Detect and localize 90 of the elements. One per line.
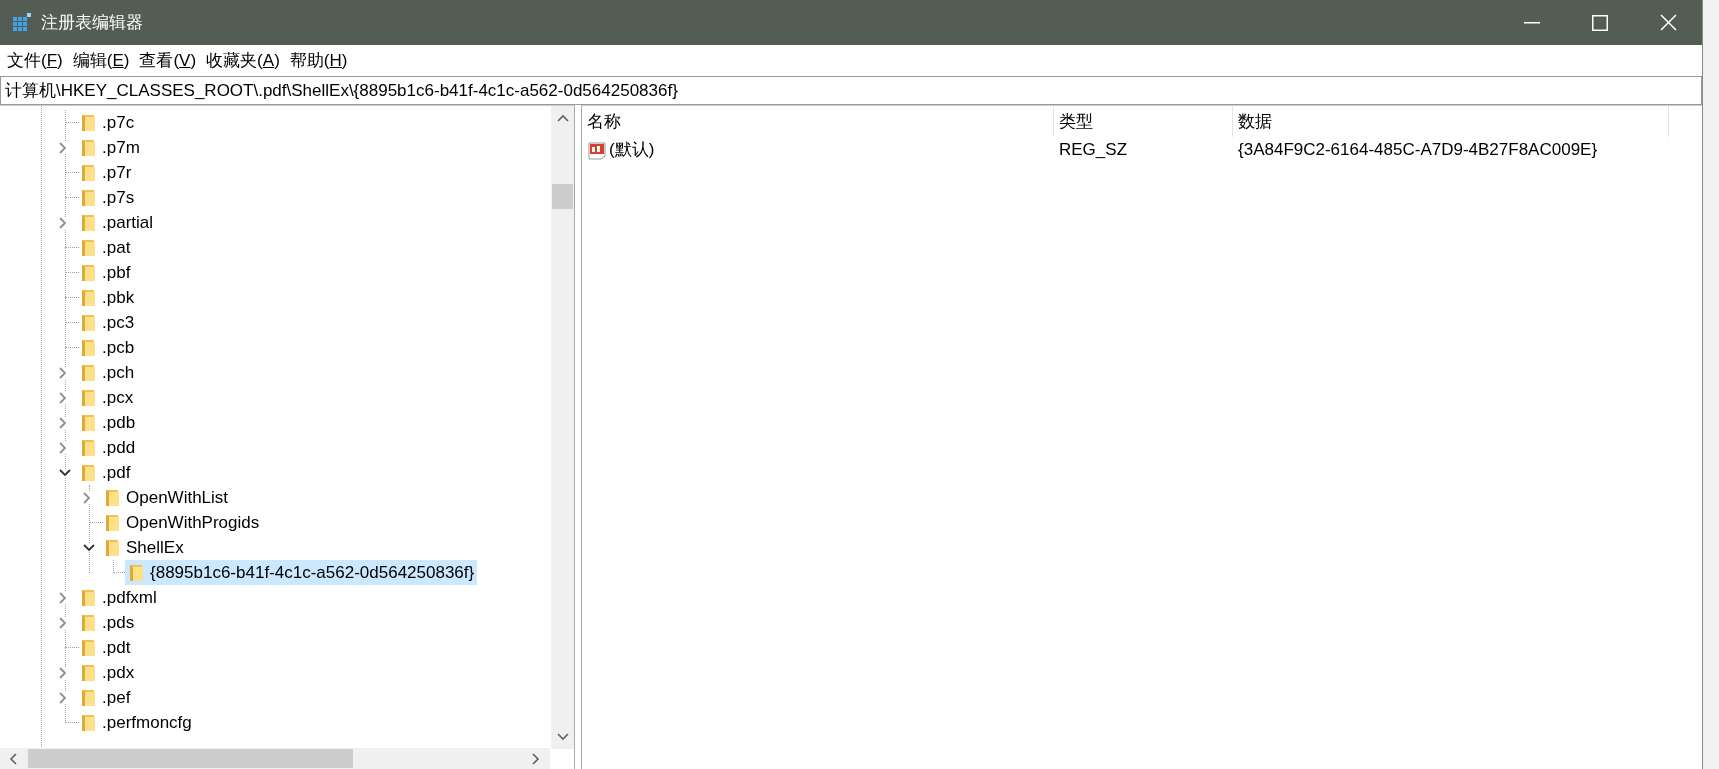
folder-icon — [80, 588, 96, 607]
folder-icon — [80, 238, 96, 257]
close-icon[interactable] — [1659, 14, 1677, 31]
folder-icon — [80, 438, 96, 457]
folder-icon — [80, 613, 96, 632]
folder-icon — [128, 563, 144, 582]
tree-item[interactable]: .pc3 — [77, 310, 138, 335]
value-data: {3A84F9C2-6164-485C-A7D9-4B27F8AC009E} — [1237, 139, 1599, 162]
tree-item[interactable]: .partial — [77, 210, 157, 235]
tree-item[interactable]: .pcx — [77, 385, 137, 410]
scrollbar-thumb[interactable] — [552, 184, 573, 209]
tree-item[interactable]: .pbf — [77, 260, 134, 285]
folder-icon — [80, 113, 96, 132]
expand-chevron-icon[interactable] — [59, 616, 67, 629]
menu-item[interactable]: 文件(F) — [2, 46, 68, 75]
value-name[interactable]: (默认) — [609, 137, 655, 163]
string-value-icon — [587, 140, 607, 160]
menu-item[interactable]: 帮助(H) — [284, 46, 353, 75]
folder-icon — [80, 713, 96, 732]
collapse-chevron-icon[interactable] — [83, 543, 95, 552]
tree-item[interactable]: .p7c — [77, 110, 138, 135]
minimize-icon[interactable] — [1524, 21, 1540, 24]
tree-item[interactable]: OpenWithList — [101, 485, 232, 510]
tree-item[interactable]: .pef — [77, 685, 134, 710]
expand-chevron-icon[interactable] — [59, 391, 67, 404]
folder-icon — [80, 338, 96, 357]
folder-icon — [80, 138, 96, 157]
folder-icon — [80, 313, 96, 332]
tree-item[interactable]: .pdf — [77, 460, 134, 485]
tree-item[interactable]: .perfmoncfg — [77, 710, 195, 735]
registry-icon — [12, 12, 32, 33]
tree-item[interactable]: .pdfxml — [77, 585, 160, 610]
tree-item[interactable]: .pdt — [77, 635, 134, 660]
window-title: 注册表编辑器 — [41, 11, 143, 34]
horizontal-scrollbar[interactable] — [0, 748, 550, 769]
column-header[interactable]: 类型 — [1054, 106, 1233, 137]
value-type: REG_SZ — [1058, 139, 1129, 162]
folder-icon — [104, 513, 120, 532]
expand-chevron-icon[interactable] — [59, 441, 67, 454]
folder-icon — [80, 263, 96, 282]
tree-item[interactable]: .p7m — [77, 135, 143, 160]
folder-icon — [80, 213, 96, 232]
folder-icon — [80, 288, 96, 307]
expand-chevron-icon[interactable] — [59, 691, 67, 704]
scrollbar-thumb[interactable] — [28, 749, 353, 768]
scroll-up-icon[interactable] — [556, 114, 569, 122]
scroll-left-icon[interactable] — [9, 752, 17, 765]
expand-chevron-icon[interactable] — [59, 591, 67, 604]
expand-chevron-icon[interactable] — [59, 216, 67, 229]
address-bar[interactable]: 计算机\HKEY_CLASSES_ROOT\.pdf\ShellEx\{8895b1c6-b41f-4c1c-a562-0d564250836f} — [0, 76, 1702, 105]
menu-item[interactable]: 收藏夹(A) — [201, 46, 285, 75]
expand-chevron-icon[interactable] — [59, 666, 67, 679]
menu-item[interactable]: 查看(V) — [134, 46, 202, 75]
folder-icon — [80, 388, 96, 407]
scroll-right-icon[interactable] — [532, 752, 540, 765]
tree-item[interactable]: .pds — [77, 610, 138, 635]
expand-chevron-icon[interactable] — [59, 416, 67, 429]
folder-icon — [80, 638, 96, 657]
folder-icon — [104, 538, 120, 557]
tree-item[interactable]: OpenWithProgids — [101, 510, 263, 535]
folder-icon — [80, 663, 96, 682]
column-header[interactable]: 数据 — [1233, 106, 1669, 137]
tree-item[interactable]: .pat — [77, 235, 134, 260]
folder-icon — [80, 413, 96, 432]
column-header[interactable]: 名称 — [582, 106, 1054, 137]
tree-item[interactable]: .pdb — [77, 410, 139, 435]
folder-icon — [104, 488, 120, 507]
expand-chevron-icon[interactable] — [59, 366, 67, 379]
tree-item[interactable]: .pcb — [77, 335, 138, 360]
maximize-icon[interactable] — [1592, 14, 1608, 31]
tree-item[interactable]: ShellEx — [101, 535, 187, 560]
tree-item[interactable]: .pdd — [77, 435, 139, 460]
folder-icon — [80, 463, 96, 482]
vertical-scrollbar[interactable] — [551, 106, 574, 749]
menu-item[interactable]: 编辑(E) — [67, 46, 135, 75]
scroll-down-icon[interactable] — [556, 733, 569, 741]
tree-item[interactable]: .pch — [77, 360, 138, 385]
tree-item[interactable]: .p7s — [77, 185, 138, 210]
folder-icon — [80, 188, 96, 207]
address-path: 计算机\HKEY_CLASSES_ROOT\.pdf\ShellEx\{8895b1c6-b41f-4c1c-a562-0d564250836f} — [5, 79, 678, 102]
expand-chevron-icon[interactable] — [59, 141, 67, 154]
tree-item[interactable]: {8895b1c6-b41f-4c1c-a562-0d564250836f} — [125, 560, 478, 585]
folder-icon — [80, 363, 96, 382]
tree-item[interactable]: .p7r — [77, 160, 135, 185]
folder-icon — [80, 688, 96, 707]
tree-item[interactable]: .pbk — [77, 285, 138, 310]
collapse-chevron-icon[interactable] — [59, 468, 71, 477]
tree-item[interactable]: .pdx — [77, 660, 138, 685]
folder-icon — [80, 163, 96, 182]
expand-chevron-icon[interactable] — [83, 491, 91, 504]
